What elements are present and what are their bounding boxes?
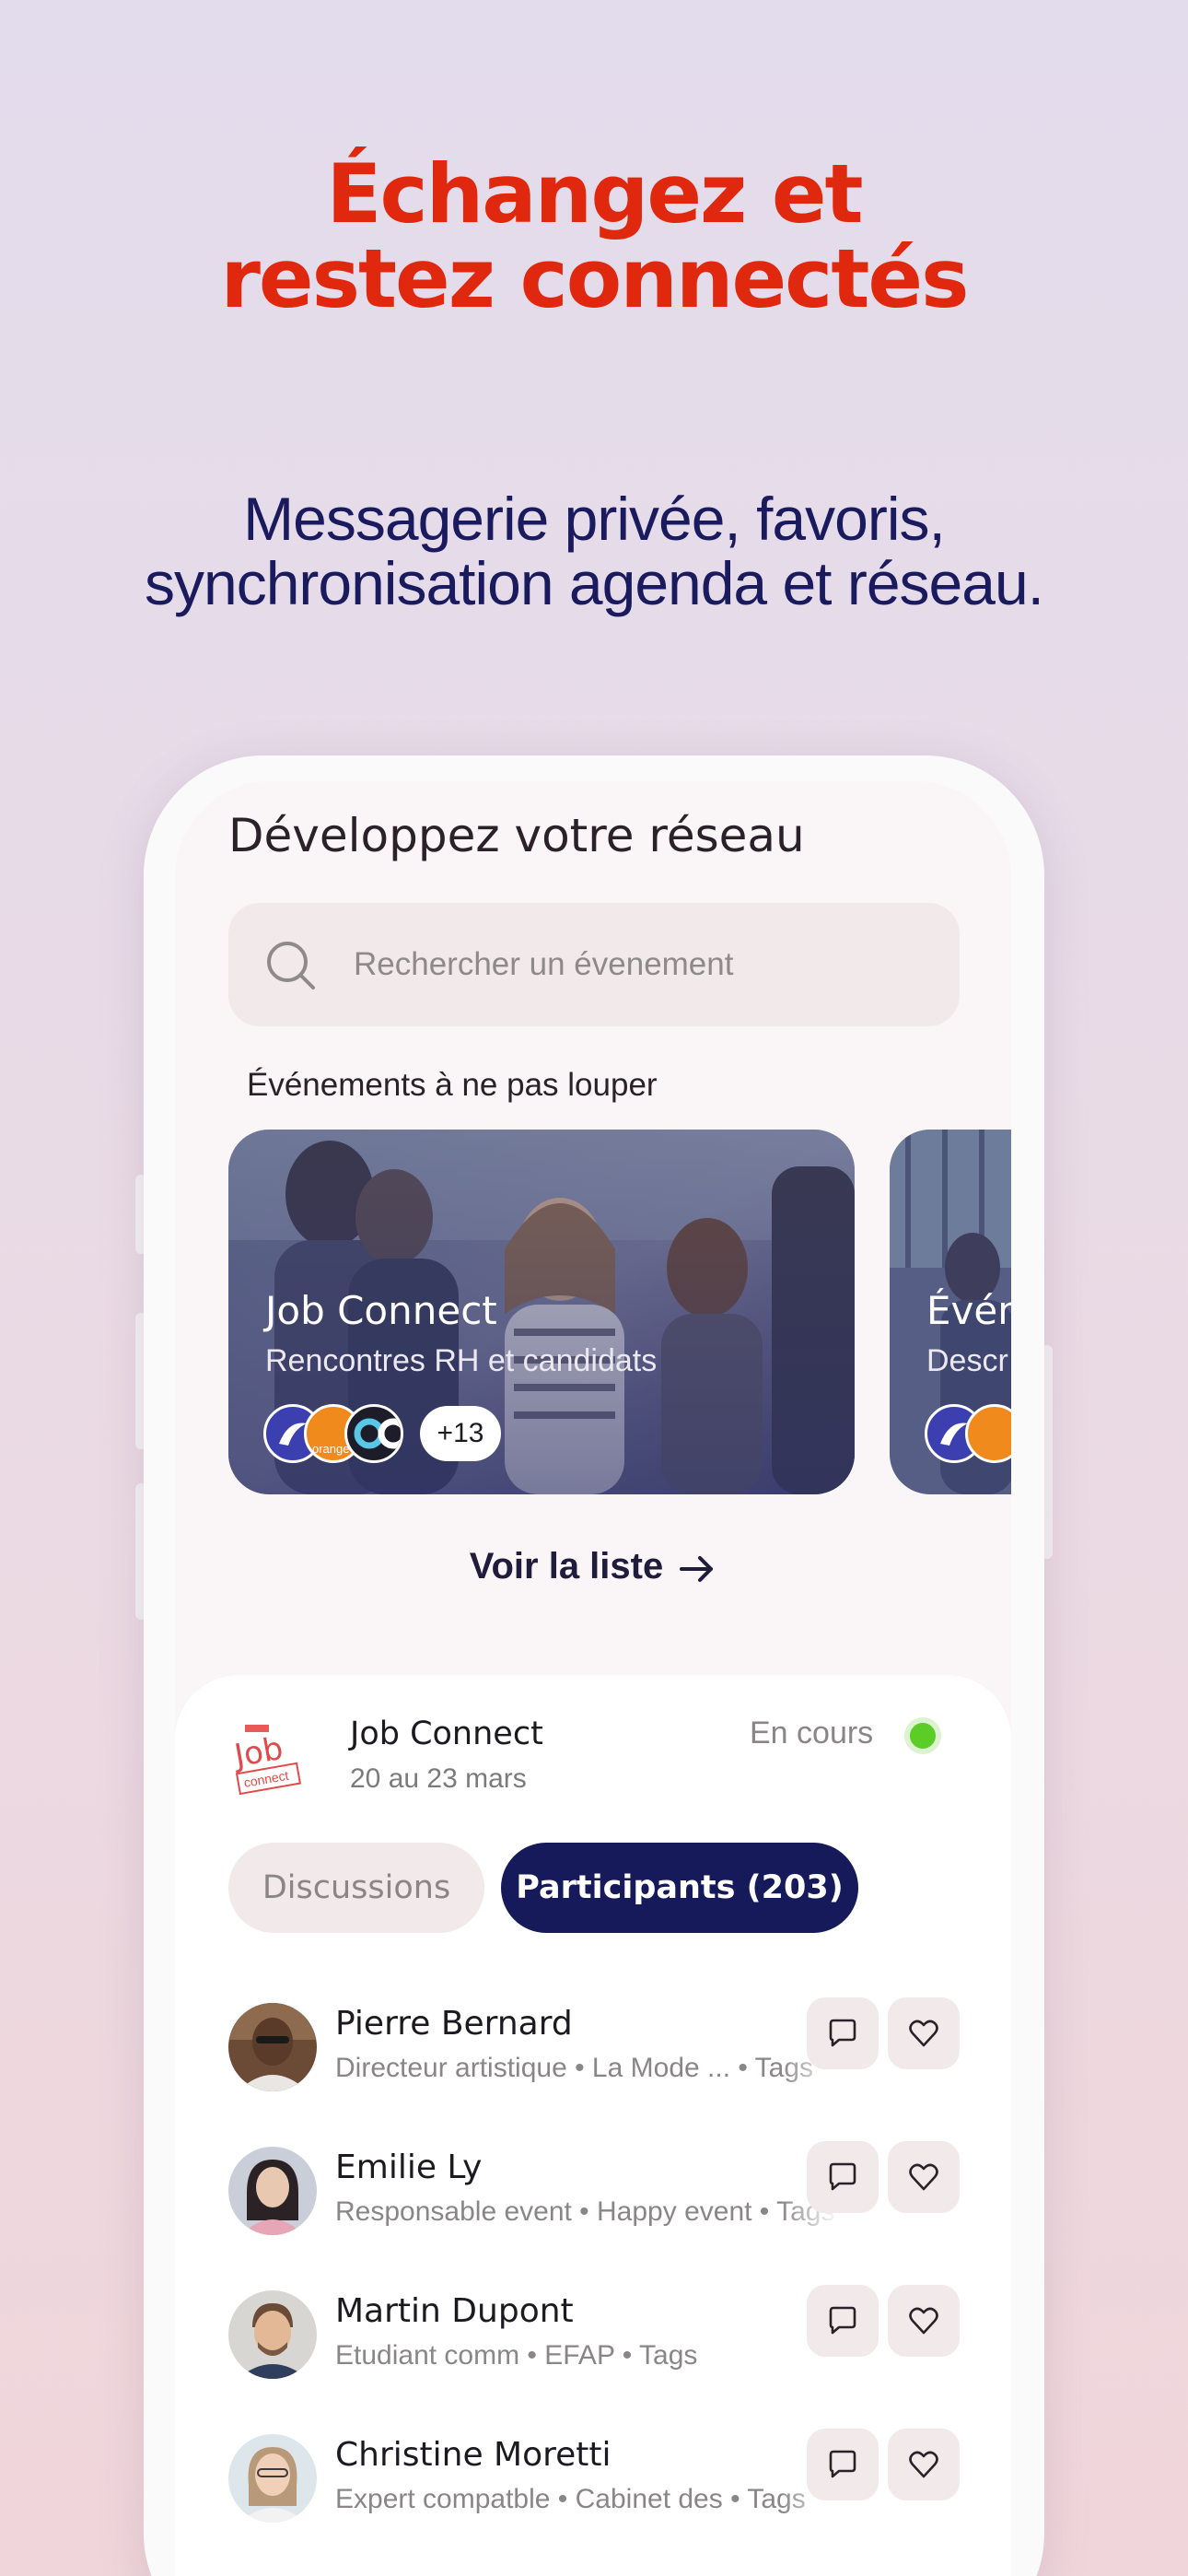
participant-meta: Etudiant comm • EFAP • Tags — [335, 2340, 698, 2371]
avatar-photo — [228, 2147, 317, 2235]
participant-name: Christine Moretti — [335, 2436, 611, 2474]
participant-row[interactable]: Martin Dupont Etudiant comm • EFAP • Tag… — [228, 2285, 965, 2386]
participant-row[interactable]: Pierre Bernard Directeur artistique • La… — [228, 1997, 965, 2099]
featured-events-title: Événements à ne pas louper — [247, 1067, 658, 1103]
more-attendees-badge: +13 — [420, 1406, 501, 1461]
promo-subtitle: Messagerie privée, favoris, synchronisat… — [0, 486, 1188, 615]
ring-logo-icon — [354, 1418, 401, 1449]
avatar-photo — [228, 2434, 317, 2523]
message-button[interactable] — [807, 1997, 879, 2069]
promo-subtitle-line-2: synchronisation agenda et réseau. — [144, 549, 1044, 617]
favorite-button[interactable] — [888, 2285, 960, 2357]
event-status-label: En cours — [750, 1715, 874, 1751]
promo-headline-line-1: Échangez et — [326, 146, 863, 241]
heart-icon — [909, 2020, 938, 2047]
avatar — [228, 2290, 317, 2379]
job-connect-logo: Job connect — [230, 1725, 302, 1796]
avatar — [228, 2003, 317, 2091]
phone-screen: Développez votre réseau Événements à ne … — [175, 781, 1011, 2576]
favorite-button[interactable] — [888, 2429, 960, 2500]
avatar — [228, 2147, 317, 2235]
see-list-link[interactable]: Voir la liste — [175, 1546, 1011, 1587]
participant-name: Emilie Ly — [335, 2149, 483, 2186]
status-indicator-dot — [904, 1717, 941, 1754]
event-card-title: Évén — [926, 1288, 1011, 1333]
promo-headline: Échangez et restez connectés — [0, 152, 1188, 322]
event-detail-sheet: Job connect Job Connect 20 au 23 mars En… — [175, 1675, 1011, 2576]
event-card[interactable]: Job Connect Rencontres RH et candidats o… — [228, 1130, 855, 1494]
heart-icon — [909, 2163, 938, 2191]
participant-row[interactable]: Emilie Ly Responsable event • Happy even… — [228, 2141, 965, 2242]
chat-bubble-icon — [829, 2162, 856, 2191]
avatar — [228, 2434, 317, 2523]
heart-icon — [909, 2307, 938, 2335]
avatar-photo — [228, 2290, 317, 2379]
app-store-screenshot: { "promo": { "headline_line1": "Échangez… — [0, 0, 1188, 2576]
message-button[interactable] — [807, 2429, 879, 2500]
participant-name: Martin Dupont — [335, 2292, 574, 2330]
screen-title: Développez votre réseau — [228, 809, 805, 862]
event-dates: 20 au 23 mars — [350, 1763, 527, 1794]
avatar-photo — [228, 2003, 317, 2091]
promo-subtitle-line-1: Messagerie privée, favoris, — [243, 485, 946, 553]
promo-headline-line-2: restez connectés — [220, 231, 970, 326]
logo-banner — [245, 1725, 269, 1732]
participant-row[interactable]: Christine Moretti Expert compatble • Cab… — [228, 2429, 965, 2530]
chat-bubble-icon — [829, 2019, 856, 2047]
favorite-button[interactable] — [888, 2141, 960, 2213]
sponsor-logo-teal — [344, 1404, 403, 1463]
chat-bubble-icon — [829, 2450, 856, 2478]
event-card-title: Job Connect — [265, 1288, 497, 1333]
participant-name: Pierre Bernard — [335, 2005, 573, 2043]
heart-icon — [909, 2451, 938, 2478]
orange-logo-text: orange — [312, 1442, 349, 1456]
tab-discussions[interactable]: Discussions — [228, 1843, 484, 1933]
search-icon — [267, 942, 315, 989]
message-button[interactable] — [807, 2141, 879, 2213]
chat-bubble-icon — [829, 2306, 856, 2335]
arrow-right-icon — [680, 1556, 714, 1582]
search-input[interactable] — [354, 931, 925, 999]
see-list-label: Voir la liste — [469, 1546, 664, 1587]
favorite-button[interactable] — [888, 1997, 960, 2069]
event-card-subtitle: Descr — [926, 1343, 1008, 1378]
tab-participants[interactable]: Participants (203) — [501, 1843, 858, 1933]
logo-text: Job — [230, 1730, 286, 1775]
event-card-subtitle: Rencontres RH et candidats — [265, 1343, 658, 1378]
message-button[interactable] — [807, 2285, 879, 2357]
event-card-next[interactable]: Évén Descr — [890, 1130, 1011, 1494]
search-bar[interactable] — [228, 903, 960, 1026]
event-name: Job Connect — [350, 1715, 543, 1752]
